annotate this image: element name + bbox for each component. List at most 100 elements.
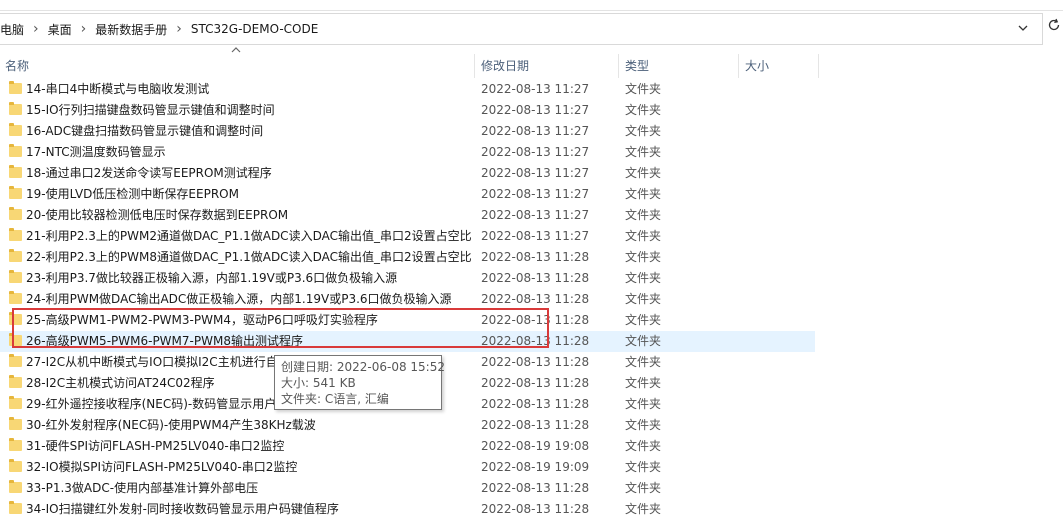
list-item[interactable]: 30-红外发射程序(NEC码)-使用PWM4产生38KHz载波 2022-08-1… [0,415,1063,436]
column-divider[interactable] [738,54,739,78]
list-item[interactable]: 28-I2C主机模式访问AT24C02程序 2022-08-13 11:28 文件夹 [0,373,1063,394]
list-item[interactable]: 26-高级PWM5-PWM6-PWM7-PWM8输出测试程序 2022-08-13… [0,331,815,352]
file-name: 15-IO行列扫描键盘数码管显示键值和调整时间 [26,103,275,117]
list-item[interactable]: 14-串口4中断模式与电脑收发测试 2022-08-13 11:27 文件夹 [0,79,1063,100]
folder-icon [9,249,22,262]
column-date[interactable]: 修改日期 [481,54,529,78]
breadcrumb-separator[interactable]: › [33,21,39,37]
file-name: 26-高级PWM5-PWM6-PWM7-PWM8输出测试程序 [26,334,303,348]
file-name: 25-高级PWM1-PWM2-PWM3-PWM4，驱动P6口呼吸灯实验程序 [26,313,378,327]
list-item[interactable]: 17-NTC测温度数码管显示 2022-08-13 11:27 文件夹 [0,142,1063,163]
file-date: 2022-08-13 11:27 [481,229,590,243]
file-date: 2022-08-13 11:28 [481,292,590,306]
tooltip-files: 文件夹: C语言, 汇编 [281,392,389,406]
window-top-strip [0,0,1063,11]
file-name: 24-利用PWM做DAC输出ADC做正极输入源，内部1.19V或P3.6口做负极… [26,292,452,306]
file-type: 文件夹 [625,502,662,516]
column-name[interactable]: 名称 [5,54,29,78]
file-date: 2022-08-13 11:28 [481,313,590,327]
chevron-down-icon[interactable] [1018,20,1028,34]
list-item[interactable]: 34-IO扫描键红外发射-同时接收数码管显示用户码键值程序 2022-08-13 … [0,499,1063,520]
folder-icon [9,333,22,346]
file-type: 文件夹 [625,397,662,411]
breadcrumb-item[interactable]: 桌面 [48,21,72,38]
file-name: 33-P1.3做ADC-使用内部基准计算外部电压 [26,481,259,495]
folder-icon [9,186,22,199]
file-type: 文件夹 [625,481,662,495]
column-divider[interactable] [474,54,475,78]
file-name: 16-ADC键盘扫描数码管显示键值和调整时间 [26,124,264,138]
folder-icon [9,270,22,283]
file-date: 2022-08-13 11:28 [481,376,590,390]
file-name: 28-I2C主机模式访问AT24C02程序 [26,376,215,390]
breadcrumb-separator[interactable]: › [176,21,182,37]
folder-icon [9,480,22,493]
list-item[interactable]: 18-通过串口2发送命令读写EEPROM测试程序 2022-08-13 11:27… [0,163,1063,184]
file-date: 2022-08-13 11:27 [481,124,590,138]
file-name: 34-IO扫描键红外发射-同时接收数码管显示用户码键值程序 [26,502,339,516]
folder-icon [9,375,22,388]
folder-icon [9,144,22,157]
file-date: 2022-08-13 11:27 [481,166,590,180]
list-item[interactable]: 16-ADC键盘扫描数码管显示键值和调整时间 2022-08-13 11:27 文件… [0,121,1063,142]
file-date: 2022-08-13 11:27 [481,187,590,201]
file-name: 21-利用P2.3上的PWM2通道做DAC_P1.1做ADC读入DAC输出值_串… [26,229,472,243]
folder-icon [9,417,22,430]
list-item[interactable]: 15-IO行列扫描键盘数码管显示键值和调整时间 2022-08-13 11:27 文… [0,100,1063,121]
file-type: 文件夹 [625,103,662,117]
sort-up-icon [231,46,241,56]
list-item[interactable]: 33-P1.3做ADC-使用内部基准计算外部电压 2022-08-13 11:28… [0,478,1063,499]
folder-icon [9,312,22,325]
file-date: 2022-08-13 11:27 [481,82,590,96]
folder-icon [9,459,22,472]
list-item[interactable]: 32-IO模拟SPI访问FLASH-PM25LV040-串口2监控 2022-08… [0,457,1063,478]
column-divider[interactable] [618,54,619,78]
list-item[interactable]: 19-使用LVD低压检测中断保存EEPROM 2022-08-13 11:27 文件… [0,184,1063,205]
list-item[interactable]: 27-I2C从机中断模式与IO口模拟I2C主机进行自 2022-08-13 11:… [0,352,1063,373]
address-bar[interactable]: 电脑 › 桌面 › 最新数据手册 › STC32G-DEMO-CODE [0,13,1043,45]
list-item[interactable]: 23-利用P3.7做比较器正极输入源，内部1.19V或P3.6口做负极输入源 20… [0,268,1063,289]
file-date: 2022-08-13 11:28 [481,250,590,264]
file-type: 文件夹 [625,208,662,222]
file-name: 22-利用P2.3上的PWM8通道做DAC_P1.1做ADC读入DAC输出值_串… [26,250,472,264]
breadcrumb-item[interactable]: STC32G-DEMO-CODE [191,22,318,36]
file-date: 2022-08-13 11:28 [481,418,590,432]
file-type: 文件夹 [625,250,662,264]
breadcrumb-item[interactable]: 最新数据手册 [95,21,167,38]
file-date: 2022-08-13 11:28 [481,355,590,369]
tooltip-created: 创建日期: 2022-06-08 15:52 [281,360,445,374]
folder-icon [9,438,22,451]
list-item[interactable]: 25-高级PWM1-PWM2-PWM3-PWM4，驱动P6口呼吸灯实验程序 202… [0,310,1063,331]
file-type: 文件夹 [625,82,662,96]
column-divider[interactable] [818,54,819,78]
folder-icon [9,396,22,409]
file-date: 2022-08-13 11:27 [481,208,590,222]
list-item[interactable]: 20-使用比较器检测低电压时保存数据到EEPROM 2022-08-13 11:2… [0,205,1063,226]
column-type[interactable]: 类型 [625,54,649,78]
file-name: 30-红外发射程序(NEC码)-使用PWM4产生38KHz载波 [26,418,316,432]
breadcrumb-item[interactable]: 电脑 [0,21,24,38]
breadcrumb: 电脑 › 桌面 › 最新数据手册 › STC32G-DEMO-CODE [0,14,318,44]
list-item[interactable]: 31-硬件SPI访问FLASH-PM25LV040-串口2监控 2022-08-1… [0,436,1063,457]
file-type: 文件夹 [625,460,662,474]
folder-icon [9,228,22,241]
file-name: 14-串口4中断模式与电脑收发测试 [26,82,210,96]
column-header: 名称 修改日期 类型 大小 [0,47,820,78]
folder-icon [9,291,22,304]
list-item[interactable]: 22-利用P2.3上的PWM8通道做DAC_P1.1做ADC读入DAC输出值_串… [0,247,1063,268]
refresh-icon[interactable] [1047,18,1061,36]
file-date: 2022-08-19 19:08 [481,439,590,453]
list-item[interactable]: 29-红外遥控接收程序(NEC码)-数码管显示用户 2022-08-13 11:2… [0,394,1063,415]
list-item[interactable]: 24-利用PWM做DAC输出ADC做正极输入源，内部1.19V或P3.6口做负极… [0,289,1063,310]
breadcrumb-separator[interactable]: › [81,21,87,37]
file-type: 文件夹 [625,292,662,306]
column-size[interactable]: 大小 [745,54,769,78]
list-item[interactable]: 21-利用P2.3上的PWM2通道做DAC_P1.1做ADC读入DAC输出值_串… [0,226,1063,247]
file-name: 18-通过串口2发送命令读写EEPROM测试程序 [26,166,272,180]
folder-icon [9,165,22,178]
file-date: 2022-08-19 19:09 [481,460,590,474]
file-name: 32-IO模拟SPI访问FLASH-PM25LV040-串口2监控 [26,460,298,474]
file-type: 文件夹 [625,313,662,327]
file-date: 2022-08-13 11:28 [481,502,590,516]
file-list: 14-串口4中断模式与电脑收发测试 2022-08-13 11:27 文件夹 15-I… [0,79,1063,520]
